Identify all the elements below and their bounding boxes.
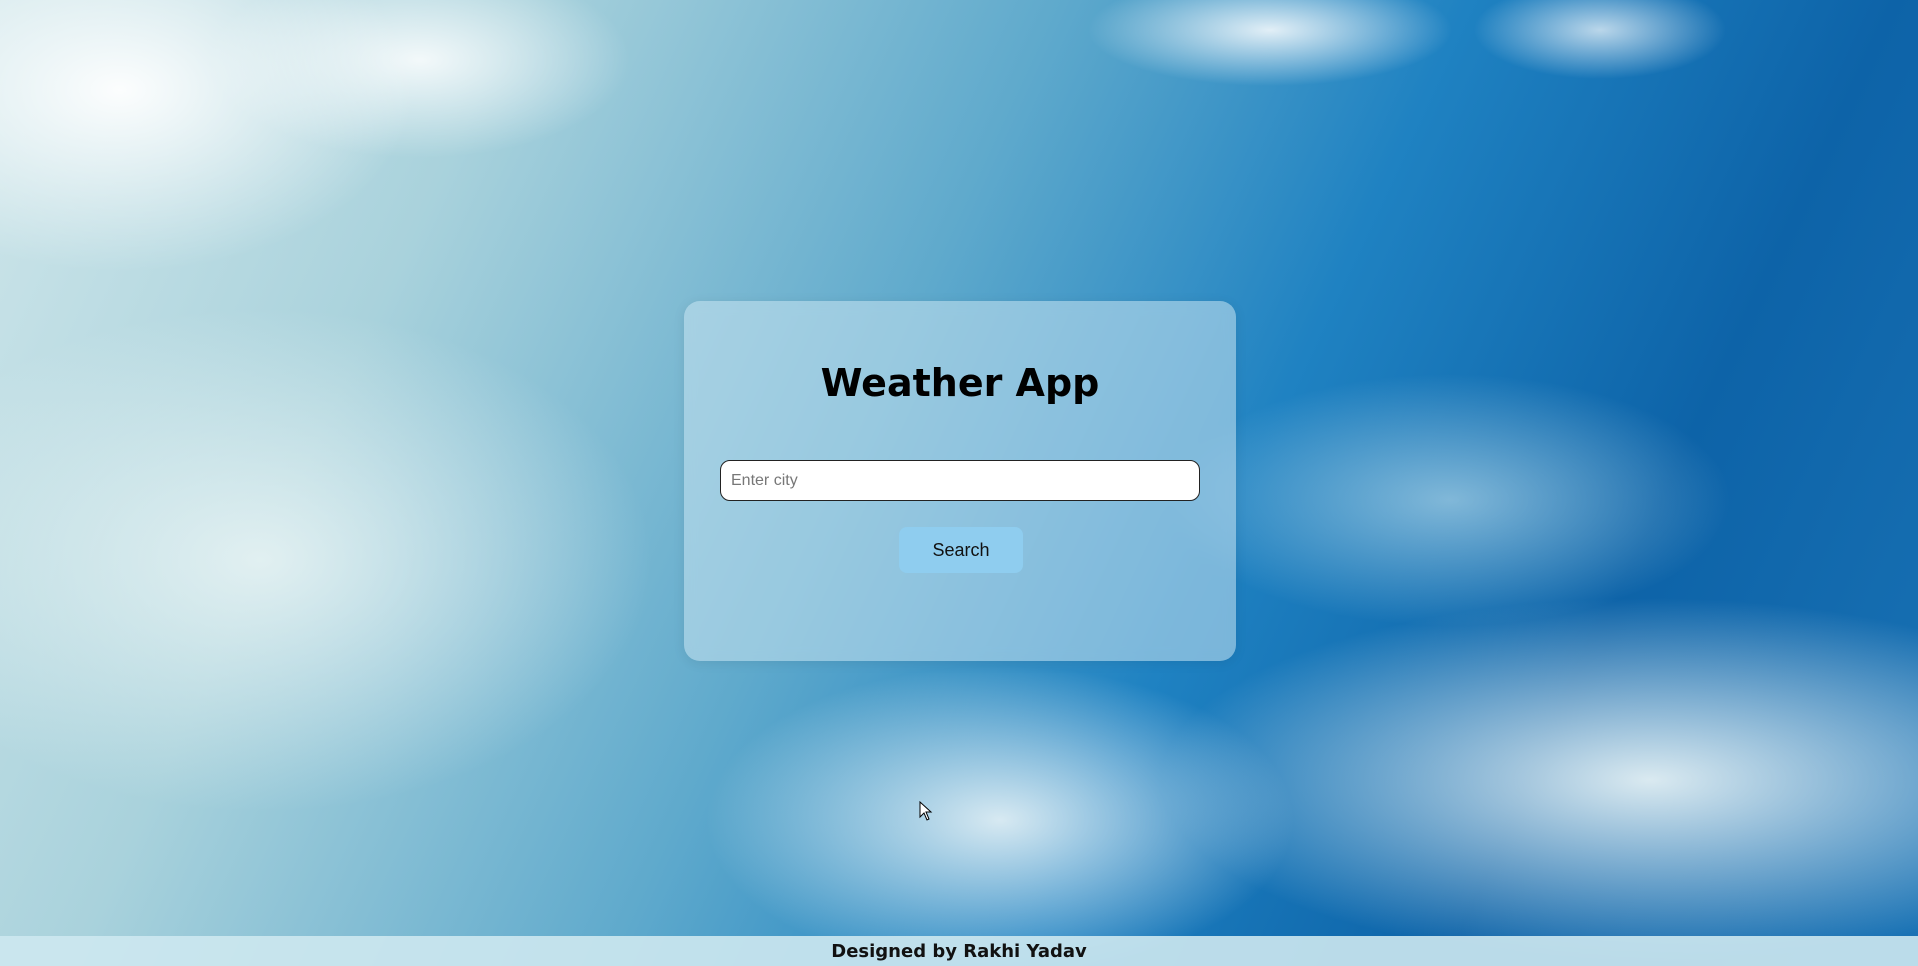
city-search-input[interactable]: [720, 460, 1200, 501]
weather-card: Weather App Search: [684, 301, 1236, 661]
footer-credit: Designed by Rakhi Yadav: [831, 940, 1087, 962]
search-button[interactable]: Search: [899, 527, 1023, 573]
mouse-pointer-icon: [919, 801, 933, 821]
page-title: Weather App: [820, 361, 1100, 405]
footer: Designed by Rakhi Yadav: [0, 936, 1918, 966]
